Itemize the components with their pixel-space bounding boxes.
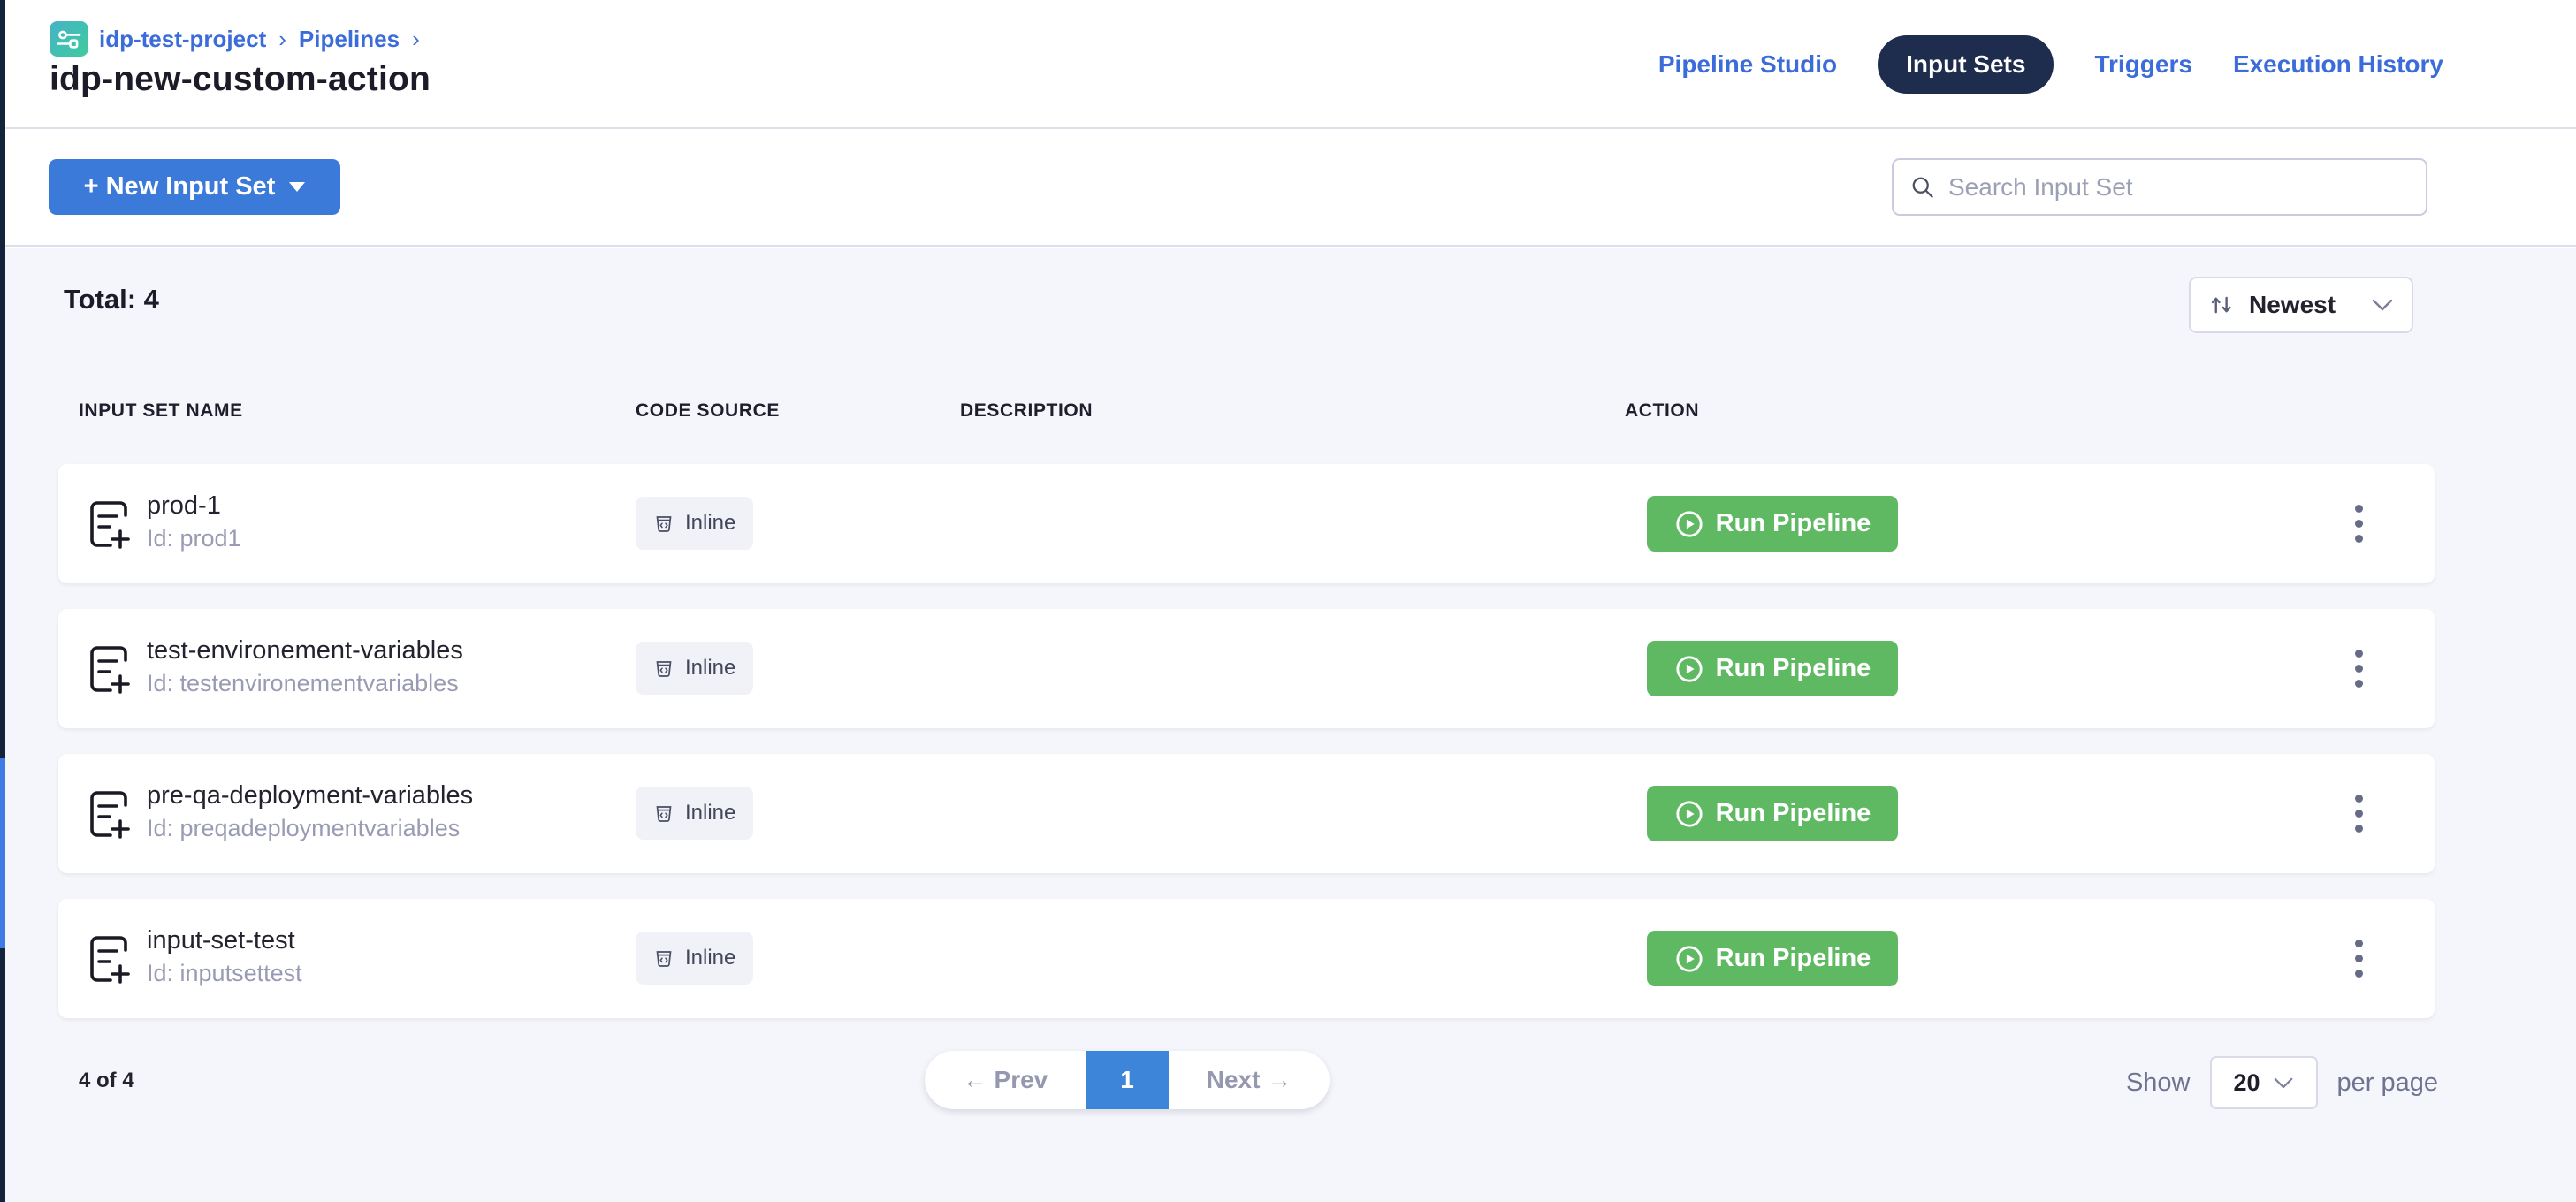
input-set-icon — [85, 498, 134, 555]
run-pipeline-label: Run Pipeline — [1716, 799, 1871, 828]
input-set-icon — [85, 643, 134, 700]
sort-arrows-icon — [2208, 292, 2235, 318]
input-set-name[interactable]: pre-qa-deployment-variables — [147, 779, 473, 812]
code-source-badge: Inline — [636, 932, 753, 985]
prev-page-button[interactable]: ← Prev — [925, 1051, 1086, 1109]
current-page-button[interactable]: 1 — [1086, 1051, 1169, 1109]
run-pipeline-button[interactable]: Run Pipeline — [1647, 496, 1898, 552]
input-set-rows: prod-1 Id: prod1 Inline R — [58, 464, 2435, 1044]
input-set-name-block: test-environement-variables Id: testenvi… — [147, 634, 463, 699]
run-pipeline-label: Run Pipeline — [1716, 509, 1871, 538]
show-label: Show — [2126, 1069, 2191, 1098]
input-set-id: Id: testenvironementvariables — [147, 667, 463, 699]
table-row[interactable]: test-environement-variables Id: testenvi… — [58, 609, 2435, 728]
pagination-bar: 4 of 4 ← Prev 1 Next → Show 20 per page — [58, 1051, 2429, 1113]
input-set-icon — [85, 932, 134, 990]
run-pipeline-button[interactable]: Run Pipeline — [1647, 931, 1898, 986]
table-row[interactable]: input-set-test Id: inputsettest Inline — [58, 899, 2435, 1018]
sort-selected-value: Newest — [2249, 291, 2357, 319]
run-pipeline-label: Run Pipeline — [1716, 944, 1871, 973]
search-icon — [1909, 174, 1936, 201]
input-set-name-block: pre-qa-deployment-variables Id: preqadep… — [147, 779, 473, 844]
kebab-menu-icon[interactable] — [2339, 609, 2378, 728]
breadcrumb: idp-test-project › Pipelines › — [50, 21, 422, 57]
collapsed-sidebar-strip[interactable] — [0, 0, 5, 1202]
tab-triggers[interactable]: Triggers — [2094, 50, 2191, 79]
kebab-menu-icon[interactable] — [2339, 899, 2378, 1018]
total-count: Total: 4 — [64, 284, 159, 316]
new-input-set-button[interactable]: + New Input Set — [49, 159, 340, 215]
table-row[interactable]: prod-1 Id: prod1 Inline R — [58, 464, 2435, 583]
input-set-id: Id: inputsettest — [147, 957, 302, 989]
page-title: idp-new-custom-action — [50, 60, 431, 99]
tab-pipeline-studio[interactable]: Pipeline Studio — [1658, 50, 1837, 79]
chevron-down-icon — [2371, 298, 2394, 312]
run-pipeline-label: Run Pipeline — [1716, 654, 1871, 683]
code-source-badge: Inline — [636, 642, 753, 695]
per-page-label: per page — [2337, 1069, 2439, 1098]
table-header-row: INPUT SET NAME CODE SOURCE DESCRIPTION A… — [58, 400, 2429, 436]
pagination-range: 4 of 4 — [79, 1069, 134, 1093]
breadcrumb-separator: › — [410, 26, 422, 53]
pager: ← Prev 1 Next → — [925, 1051, 1330, 1109]
input-set-icon — [85, 787, 134, 845]
column-header-action: ACTION — [1625, 400, 1699, 422]
chevron-down-icon — [289, 182, 305, 192]
column-header-name: INPUT SET NAME — [79, 400, 243, 422]
page-size-group: Show 20 per page — [2126, 1056, 2438, 1109]
code-source-label: Inline — [685, 511, 735, 536]
search-box[interactable] — [1892, 158, 2427, 216]
pipeline-tabs: Pipeline Studio Input Sets Triggers Exec… — [1658, 0, 2443, 129]
breadcrumb-project-link[interactable]: idp-test-project — [99, 26, 266, 53]
search-input[interactable] — [1948, 173, 2410, 202]
input-sets-content: Total: 4 Newest INPUT SET NAME CODE SOUR… — [5, 248, 2576, 1202]
code-source-label: Inline — [685, 946, 735, 970]
table-row[interactable]: pre-qa-deployment-variables Id: preqadep… — [58, 754, 2435, 873]
breadcrumb-pipelines-link[interactable]: Pipelines — [299, 26, 400, 53]
run-pipeline-button[interactable]: Run Pipeline — [1647, 786, 1898, 841]
chevron-down-icon — [2273, 1076, 2294, 1090]
play-circle-icon — [1674, 944, 1704, 974]
column-header-description: DESCRIPTION — [960, 400, 1093, 422]
code-source-label: Inline — [685, 656, 735, 681]
column-header-code-source: CODE SOURCE — [636, 400, 780, 422]
sort-dropdown[interactable]: Newest — [2189, 277, 2413, 333]
new-input-set-label: + New Input Set — [84, 172, 276, 202]
page-size-select[interactable]: 20 — [2210, 1056, 2318, 1109]
input-set-name-block: prod-1 Id: prod1 — [147, 489, 241, 554]
play-circle-icon — [1674, 654, 1704, 684]
play-circle-icon — [1674, 799, 1704, 829]
run-pipeline-button[interactable]: Run Pipeline — [1647, 641, 1898, 696]
input-set-name[interactable]: prod-1 — [147, 489, 241, 522]
list-toolbar: + New Input Set — [5, 131, 2576, 247]
play-circle-icon — [1674, 509, 1704, 539]
code-source-badge: Inline — [636, 497, 753, 550]
input-set-name-block: input-set-test Id: inputsettest — [147, 924, 302, 989]
sidebar-scroll-thumb[interactable] — [0, 758, 5, 948]
next-page-button[interactable]: Next → — [1169, 1051, 1330, 1109]
inline-store-icon — [653, 513, 674, 534]
tab-input-sets-active[interactable]: Input Sets — [1878, 35, 2054, 94]
pipeline-brand-icon — [50, 21, 88, 57]
inline-store-icon — [653, 947, 674, 969]
input-set-name[interactable]: input-set-test — [147, 924, 302, 957]
input-set-id: Id: preqadeploymentvariables — [147, 812, 473, 844]
page-size-value: 20 — [2233, 1069, 2260, 1097]
code-source-badge: Inline — [636, 787, 753, 840]
kebab-menu-icon[interactable] — [2339, 464, 2378, 583]
breadcrumb-separator: › — [277, 26, 288, 53]
input-sets-page: idp-test-project › Pipelines › idp-new-c… — [0, 0, 2576, 1202]
inline-store-icon — [653, 803, 674, 824]
code-source-label: Inline — [685, 801, 735, 825]
tab-execution-history[interactable]: Execution History — [2233, 50, 2443, 79]
input-set-id: Id: prod1 — [147, 522, 241, 554]
kebab-menu-icon[interactable] — [2339, 754, 2378, 873]
inline-store-icon — [653, 658, 674, 679]
page-header: idp-test-project › Pipelines › idp-new-c… — [5, 0, 2576, 129]
input-set-name[interactable]: test-environement-variables — [147, 634, 463, 667]
